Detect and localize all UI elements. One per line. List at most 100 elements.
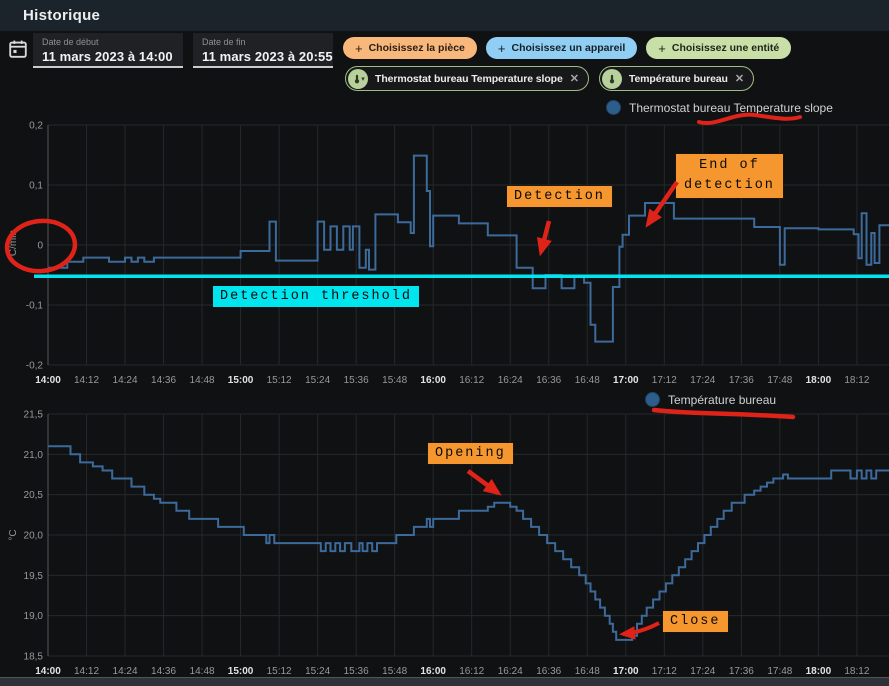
series-color-dot [645,392,660,407]
svg-text:°C/min: °C/min [8,230,19,260]
svg-text:16:00: 16:00 [420,375,446,386]
svg-text:17:12: 17:12 [652,666,677,677]
svg-text:16:24: 16:24 [498,375,523,386]
svg-text:15:24: 15:24 [305,666,330,677]
end-of-detection-arrow [648,182,677,224]
svg-text:20,0: 20,0 [24,531,44,542]
svg-text:°C: °C [8,529,19,540]
picker-button-2[interactable]: + Choisissez une entité [646,37,791,59]
annotation-detection: Detection [507,186,612,207]
entity-chip-0[interactable]: ▾ Thermostat bureau Temperature slope ✕ [345,66,589,91]
picker-buttons-row: +Choisissez la pièce+Choisissez un appar… [343,37,791,59]
red-underline-legend-1 [699,115,800,123]
svg-text:18:00: 18:00 [806,666,832,677]
picker-button-label: Choisissez une entité [672,42,779,54]
svg-text:15:24: 15:24 [305,375,330,386]
svg-text:16:12: 16:12 [459,375,484,386]
picker-button-label: Choisissez la pièce [369,42,465,54]
calendar-icon-glyph [7,38,29,60]
app-header: Historique [0,0,889,31]
svg-text:16:00: 16:00 [420,666,446,677]
svg-text:14:36: 14:36 [151,666,176,677]
chip-label: Thermostat bureau Temperature slope [375,73,563,85]
svg-text:16:36: 16:36 [536,375,561,386]
svg-text:0,2: 0,2 [29,121,43,132]
red-circle-zero-axis [5,218,78,275]
date-end-field[interactable]: Date de fin 11 mars 2023 à 20:55 [193,33,333,68]
calendar-icon[interactable] [7,38,29,60]
thermometer-chevron-icon: ▾ [348,69,368,89]
svg-text:0: 0 [37,241,43,252]
svg-text:17:24: 17:24 [690,375,715,386]
svg-text:19,5: 19,5 [24,571,44,582]
annotation-end-of-detection: End of detection [676,154,783,198]
picker-button-1[interactable]: +Choisissez un appareil [486,37,637,59]
svg-text:-0,1: -0,1 [26,301,44,312]
svg-text:15:12: 15:12 [267,666,292,677]
close-icon[interactable]: ✕ [570,72,579,85]
date-end-label: Date de fin [193,33,333,47]
svg-text:-0,2: -0,2 [26,361,44,372]
svg-text:17:00: 17:00 [613,375,639,386]
svg-text:14:12: 14:12 [74,666,99,677]
chip-label: Température bureau [629,73,728,85]
plus-icon: + [498,42,506,55]
svg-text:15:00: 15:00 [228,375,254,386]
svg-text:21,5: 21,5 [24,410,44,421]
picker-button-0[interactable]: +Choisissez la pièce [343,37,477,59]
svg-text:14:00: 14:00 [35,666,61,677]
annotation-detection-threshold: Detection threshold [213,286,419,307]
svg-text:15:00: 15:00 [228,666,254,677]
svg-text:20,5: 20,5 [24,490,44,501]
annotation-close: Close [663,611,728,632]
svg-text:15:36: 15:36 [344,666,369,677]
svg-text:18:12: 18:12 [844,375,869,386]
svg-text:18:12: 18:12 [844,666,869,677]
svg-text:14:24: 14:24 [113,666,138,677]
legend-temperature-slope[interactable]: Thermostat bureau Temperature slope [606,100,833,115]
close-icon[interactable]: ✕ [735,72,744,85]
svg-text:16:48: 16:48 [575,375,600,386]
svg-text:16:12: 16:12 [459,666,484,677]
annotation-end-line2: detection [684,178,775,193]
annotation-opening: Opening [428,443,513,464]
svg-text:17:24: 17:24 [690,666,715,677]
date-start-field[interactable]: Date de début 11 mars 2023 à 14:00 [33,33,183,68]
svg-text:14:36: 14:36 [151,375,176,386]
svg-text:0,1: 0,1 [29,181,43,192]
svg-text:17:36: 17:36 [729,666,754,677]
svg-text:14:00: 14:00 [35,375,61,386]
plus-icon: + [658,42,666,55]
svg-text:21,0: 21,0 [24,450,44,461]
svg-text:15:48: 15:48 [382,666,407,677]
close-arrow [623,623,659,634]
entity-chips-row: ▾Thermostat bureau Temperature slope✕Tem… [345,66,754,91]
svg-text:18:00: 18:00 [806,375,832,386]
svg-text:14:48: 14:48 [190,375,215,386]
svg-text:14:48: 14:48 [190,666,215,677]
legend-label: Température bureau [668,393,776,407]
chart-1-series-0[interactable] [48,446,889,640]
horizontal-scrollbar[interactable] [0,677,889,686]
opening-arrow [468,471,498,493]
svg-text:17:00: 17:00 [613,666,639,677]
svg-text:17:48: 17:48 [767,375,792,386]
svg-text:14:12: 14:12 [74,375,99,386]
svg-text:16:24: 16:24 [498,666,523,677]
svg-text:19,0: 19,0 [24,611,44,622]
entity-chip-1[interactable]: Température bureau ✕ [599,66,754,91]
svg-text:15:12: 15:12 [267,375,292,386]
svg-text:16:48: 16:48 [575,666,600,677]
svg-text:18,5: 18,5 [24,652,44,663]
svg-text:15:48: 15:48 [382,375,407,386]
svg-text:16:36: 16:36 [536,666,561,677]
svg-text:14:24: 14:24 [113,375,138,386]
series-color-dot [606,100,621,115]
annotation-end-line1: End of [699,158,760,173]
svg-text:15:36: 15:36 [344,375,369,386]
date-end-value: 11 mars 2023 à 20:55 [193,47,333,64]
legend-temperature-bureau[interactable]: Température bureau [645,392,776,407]
svg-text:17:12: 17:12 [652,375,677,386]
history-page: Historique Date de début 11 mars 2023 à … [0,0,889,686]
thermometer-icon [602,69,622,89]
